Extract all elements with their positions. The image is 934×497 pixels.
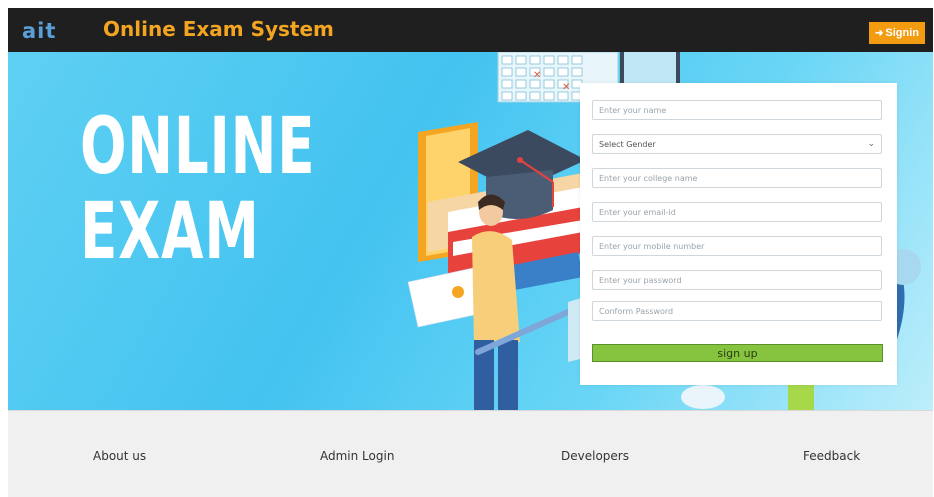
footer-link-admin-login[interactable]: Admin Login [320, 449, 394, 463]
gender-select-value: Select Gender [599, 139, 656, 149]
signin-label: Signin [885, 27, 919, 39]
confirm-password-input[interactable] [592, 301, 882, 321]
name-input[interactable] [592, 100, 882, 120]
footer-link-developers[interactable]: Developers [561, 449, 629, 463]
email-input[interactable] [592, 202, 882, 222]
gender-select[interactable]: Select Gender ⌄ [592, 134, 882, 154]
chevron-down-icon: ⌄ [867, 139, 875, 149]
signup-button[interactable]: sign up [592, 344, 883, 362]
logo[interactable]: ait [22, 21, 56, 42]
app-title: Online Exam System [103, 17, 334, 41]
password-input[interactable] [592, 270, 882, 290]
mobile-input[interactable] [592, 236, 882, 256]
top-navbar: ait Online Exam System ➜ Signin [8, 8, 933, 52]
hero-banner: ONLINE EXAM ✕ ✕ Enter your name Select G… [8, 52, 933, 410]
signin-icon: ➜ [875, 27, 884, 39]
college-input[interactable] [592, 168, 882, 188]
signin-button[interactable]: ➜ Signin [869, 22, 925, 44]
footer: About us Admin Login Developers Feedback [8, 410, 933, 497]
footer-link-about-us[interactable]: About us [93, 449, 146, 463]
svg-text:✕: ✕ [562, 82, 570, 93]
signup-form: Select Gender ⌄ sign up [580, 83, 897, 385]
footer-link-feedback[interactable]: Feedback [803, 449, 860, 463]
svg-text:✕: ✕ [533, 70, 541, 81]
